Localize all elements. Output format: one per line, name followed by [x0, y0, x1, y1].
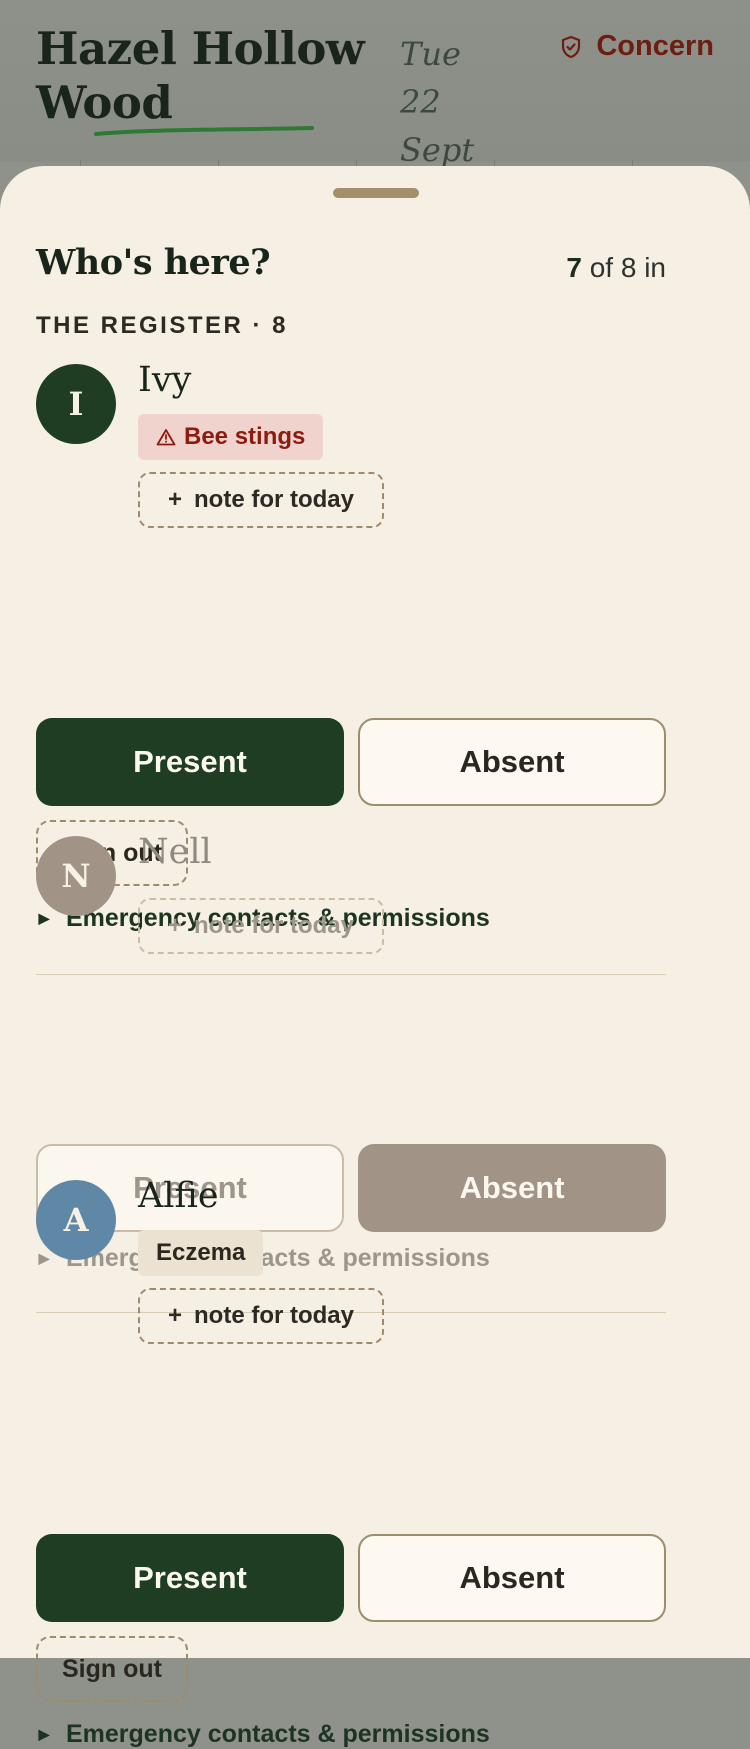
shield-icon [562, 35, 581, 58]
add-note-button[interactable]: + note for today [138, 472, 384, 528]
concern-label: Concern [596, 30, 714, 62]
row-divider [36, 974, 666, 975]
add-note-button[interactable]: + note for today [138, 898, 384, 954]
session-date: Tue 22 Sept [400, 30, 510, 174]
title-underline [94, 126, 314, 136]
session-date-day: Tue 22 [400, 35, 461, 121]
attendance-count-present: 7 [566, 252, 582, 283]
present-button[interactable]: Present [36, 1534, 344, 1622]
attendance-count: 7 of 8 in [566, 252, 666, 284]
disclosure-triangle-icon: ▶ [38, 1250, 50, 1266]
sign-out-button[interactable]: Sign out [36, 1636, 188, 1702]
emergency-contacts-label: Emergency contacts & permissions [66, 1720, 490, 1748]
disclosure-triangle-icon: ▶ [38, 1726, 50, 1742]
emergency-contacts-toggle[interactable]: ▶ Emergency contacts & permissions [36, 1720, 490, 1749]
child-name: Nell [138, 832, 212, 872]
attendance-count-suffix: of 8 in [589, 252, 666, 283]
condition-badge: Eczema [138, 1230, 264, 1276]
absent-button[interactable]: Absent [358, 1534, 666, 1622]
absent-button[interactable]: Absent [358, 1144, 666, 1232]
avatar: A [36, 1180, 116, 1260]
child-name: Alfie [138, 1176, 219, 1216]
avatar: I [36, 364, 116, 444]
register-label: THE REGISTER · 8 [36, 312, 289, 339]
add-note-button[interactable]: + note for today [138, 1288, 384, 1344]
avatar: N [36, 836, 116, 916]
allergy-label: Bee stings [184, 423, 306, 450]
register-sheet: Who's here? 7 of 8 in THE REGISTER · 8 I… [0, 166, 750, 1748]
site-title-line1: Hazel Hollow [36, 22, 365, 75]
absent-button[interactable]: Absent [358, 718, 666, 806]
plus-icon: + [167, 912, 182, 939]
app-header: Hazel Hollow Wood Tue 22 Sept Concern [0, 0, 750, 174]
add-note-label: note for today [194, 486, 354, 513]
add-note-label: note for today [194, 912, 354, 939]
plus-icon: + [167, 1302, 182, 1329]
site-title: Hazel Hollow Wood [36, 22, 365, 130]
allergy-badge: Bee stings [138, 414, 324, 460]
child-name: Ivy [138, 360, 192, 400]
concern-button[interactable]: Concern [560, 30, 714, 63]
disclosure-triangle-icon: ▶ [38, 910, 50, 926]
present-button[interactable]: Present [36, 718, 344, 806]
sheet-drag-handle[interactable] [333, 188, 419, 198]
warning-icon [156, 429, 176, 446]
add-note-label: note for today [194, 1302, 354, 1329]
plus-icon: + [167, 486, 182, 513]
sheet-title: Who's here? [36, 242, 271, 283]
site-title-line2: Wood [36, 76, 173, 129]
emergency-contacts-label: Emergency contacts & permissions [66, 1244, 490, 1272]
